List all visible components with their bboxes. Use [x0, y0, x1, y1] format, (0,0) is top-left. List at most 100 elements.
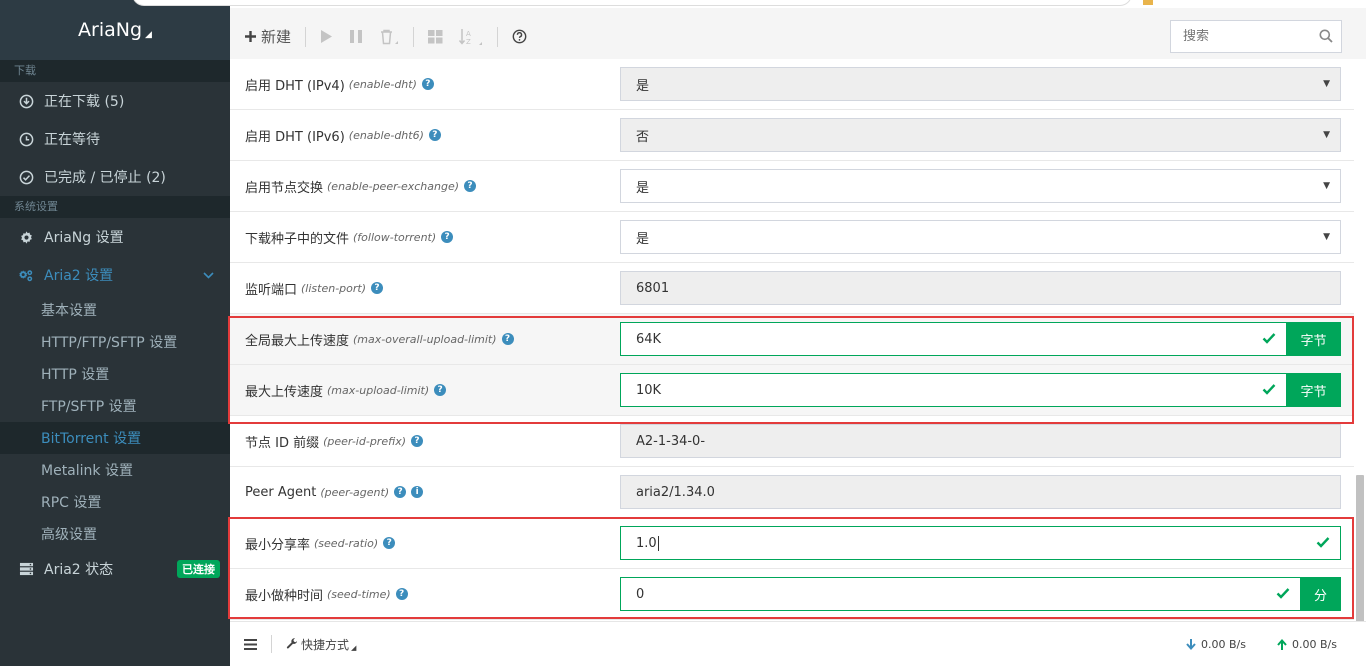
setting-select[interactable]: 是 ▼: [620, 169, 1341, 203]
setting-label: 最大上传速度: [245, 384, 324, 400]
sidebar-subitem-http[interactable]: HTTP 设置: [0, 358, 230, 390]
sidebar-subitem-rpc[interactable]: RPC 设置: [0, 486, 230, 518]
toolbar-divider: [497, 26, 499, 47]
sidebar-item-aria2-status[interactable]: Aria2 状态 已连接: [0, 550, 230, 588]
sort-button[interactable]: AZ: [459, 22, 483, 52]
setting-value: aria2/1.34.0: [636, 484, 715, 500]
download-circle-icon: [17, 94, 35, 109]
setting-row: Peer Agent (peer-agent)? i aria2/1.34.0: [230, 467, 1354, 518]
setting-select[interactable]: 否 ▼: [620, 118, 1341, 152]
setting-input[interactable]: A2-1-34-0-: [620, 424, 1341, 458]
gear-icon: [17, 230, 35, 245]
sidebar-item-ariang-settings[interactable]: AriaNg 设置: [0, 218, 230, 256]
help-icon[interactable]: ?: [411, 435, 423, 447]
unit-addon[interactable]: 分: [1300, 577, 1341, 611]
setting-input[interactable]: 64K 字节: [620, 322, 1341, 356]
extension-icon: [1143, 0, 1153, 5]
setting-key: (max-upload-limit): [327, 383, 430, 397]
server-icon: [17, 562, 35, 576]
delete-button[interactable]: [379, 22, 399, 52]
scrollbar-thumb[interactable]: [1356, 475, 1364, 622]
sidebar-item-aria2-settings[interactable]: Aria2 设置: [0, 256, 230, 294]
setting-key: (seed-ratio): [314, 536, 379, 550]
app-brand[interactable]: AriaNg ◢: [0, 0, 230, 60]
browser-chrome-strip: [132, 0, 1366, 8]
setting-row: 监听端口 (listen-port)? 6801: [230, 263, 1354, 314]
setting-select[interactable]: 是 ▼: [620, 220, 1341, 254]
setting-label: 节点 ID 前缀: [245, 435, 320, 451]
sidebar-subitem-bittorrent[interactable]: BitTorrent 设置: [0, 422, 230, 454]
help-icon[interactable]: ?: [428, 129, 441, 141]
upload-speed-value: 0.00 B/s: [1292, 637, 1337, 651]
help-icon[interactable]: ?: [501, 333, 514, 345]
toolbar-divider: [305, 26, 307, 47]
setting-input[interactable]: 6801: [620, 271, 1341, 305]
setting-value: 否: [636, 129, 650, 145]
gears-icon: [17, 268, 35, 283]
help-icon[interactable]: ?: [394, 486, 407, 498]
sidebar-subitem-basic[interactable]: 基本设置: [0, 294, 230, 326]
setting-input[interactable]: 10K 字节: [620, 373, 1341, 407]
dropdown-arrow-icon: ▼: [1323, 79, 1330, 89]
help-button[interactable]: [512, 22, 527, 52]
help-icon[interactable]: ?: [383, 537, 396, 549]
section-header-settings: 系统设置: [0, 196, 230, 218]
sidebar-subitem-advanced[interactable]: 高级设置: [0, 518, 230, 550]
sidebar-item-label: 正在下载 (5): [44, 94, 125, 110]
help-icon[interactable]: ?: [464, 180, 477, 192]
help-icon[interactable]: ?: [421, 78, 434, 90]
download-speed-value: 0.00 B/s: [1201, 637, 1246, 651]
display-mode-button[interactable]: [428, 22, 443, 52]
trash-icon: [381, 29, 399, 44]
setting-label: 最小做种时间: [245, 588, 324, 604]
dropdown-arrow-icon: ▼: [1323, 232, 1330, 242]
sidebar-item-waiting[interactable]: 正在等待: [0, 120, 230, 158]
shortcuts-button[interactable]: 快捷方式 ◢: [286, 636, 356, 653]
setting-value: 64K: [636, 331, 662, 347]
help-icon[interactable]: ?: [371, 282, 384, 294]
pause-button[interactable]: [349, 22, 363, 52]
search-box[interactable]: [1170, 20, 1342, 53]
start-button[interactable]: [320, 22, 333, 52]
question-circle-icon: [512, 29, 527, 44]
sidebar-item-downloading[interactable]: 正在下载 (5): [0, 82, 230, 120]
caret-icon: ◢: [145, 29, 152, 40]
unit-addon[interactable]: 字节: [1286, 373, 1341, 407]
sidebar-subitem-ftp-sftp[interactable]: FTP/SFTP 设置: [0, 390, 230, 422]
unit-addon[interactable]: 字节: [1286, 322, 1341, 356]
wrench-icon: [286, 638, 297, 649]
setting-value: 0: [636, 586, 645, 602]
info-icon[interactable]: i: [411, 486, 424, 498]
help-icon[interactable]: ?: [434, 384, 447, 396]
help-icon[interactable]: ?: [395, 588, 408, 600]
grid-icon: [428, 29, 443, 43]
sidebar-subitem-metalink[interactable]: Metalink 设置: [0, 454, 230, 486]
setting-select[interactable]: 是 ▼: [620, 67, 1341, 101]
setting-input[interactable]: 1.0: [620, 526, 1341, 560]
sidebar-item-label: 正在等待: [44, 132, 100, 148]
help-icon[interactable]: ?: [441, 231, 454, 243]
setting-input[interactable]: aria2/1.34.0: [620, 475, 1341, 509]
search-input[interactable]: [1183, 29, 1313, 44]
setting-row: 最大上传速度 (max-upload-limit)? 10K 字节: [230, 365, 1354, 416]
play-icon: [321, 30, 333, 43]
sidebar-subitem-http-ftp-sftp[interactable]: HTTP/FTP/SFTP 设置: [0, 326, 230, 358]
setting-row: 启用 DHT (IPv4) (enable-dht)? 是 ▼: [230, 59, 1354, 110]
chevron-down-icon: [203, 268, 214, 282]
menu-button[interactable]: [244, 638, 257, 650]
setting-value: 1.0: [636, 535, 657, 551]
sidebar-item-label: 已完成 / 已停止 (2): [44, 170, 166, 186]
new-task-label: 新建: [261, 28, 292, 46]
setting-key: (peer-agent): [320, 485, 390, 499]
setting-key: (peer-id-prefix): [323, 434, 406, 448]
new-task-button[interactable]: 新建: [244, 22, 291, 52]
sidebar-item-stopped[interactable]: 已完成 / 已停止 (2): [0, 158, 230, 196]
app-title: AriaNg: [78, 19, 143, 41]
toolbar: 新建 AZ: [230, 8, 1366, 66]
clock-icon: [17, 132, 35, 147]
footer-divider: [271, 635, 272, 653]
setting-value: 6801: [636, 280, 670, 296]
setting-input[interactable]: 0 分: [620, 577, 1341, 611]
search-icon[interactable]: [1319, 29, 1333, 47]
pause-icon: [350, 30, 363, 43]
